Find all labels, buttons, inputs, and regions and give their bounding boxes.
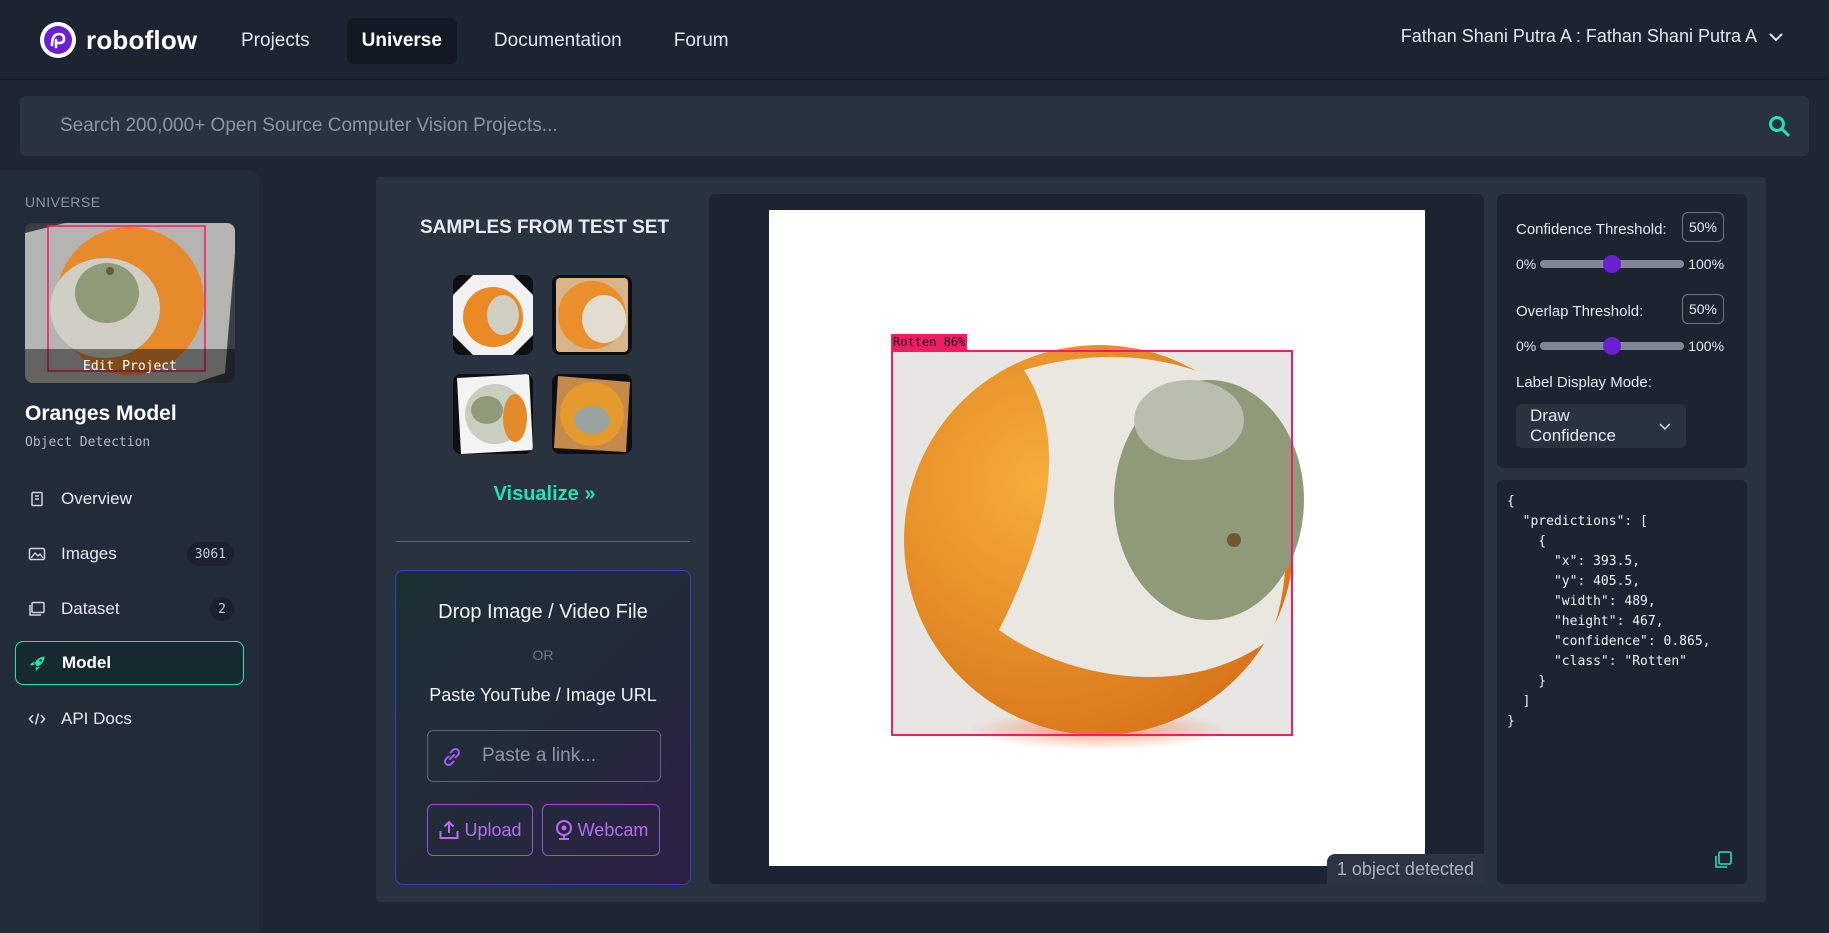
main-nav: Projects Universe Documentation Forum [226,18,756,64]
nav-universe[interactable]: Universe [346,18,457,64]
label-mode-label: Label Display Mode: [1516,374,1652,391]
project-sidebar: UNIVERSE Edit Project Oranges Model Obje… [0,170,259,933]
sidebar-item-model[interactable]: Model [15,641,244,685]
slider-track[interactable] [1540,255,1685,273]
detection-bounding-box [891,350,1293,736]
sidebar-item-images[interactable]: Images 3061 [15,532,244,576]
user-menu[interactable]: Fathan Shani Putra A : Fathan Shani Putr… [1401,26,1785,47]
roboflow-logo-icon [40,22,76,58]
sidebar-item-dataset[interactable]: Dataset 2 [15,587,244,631]
sidebar-item-api-docs[interactable]: API Docs [15,697,244,741]
book-icon [28,490,46,508]
webcam-button[interactable]: Webcam [542,804,660,856]
upload-icon [439,820,459,839]
upload-label: Upload [464,819,522,840]
slider-max-label: 100% [1688,338,1725,354]
images-count-badge: 3061 [186,542,234,566]
nav-documentation[interactable]: Documentation [479,18,637,64]
universe-search [20,96,1809,156]
detection-count: 1 object detected [1326,854,1484,884]
nav-forum[interactable]: Forum [659,18,744,64]
slider-min-label: 0% [1516,256,1537,272]
confidence-slider-handle[interactable] [1603,255,1622,273]
roboflow-logo[interactable]: roboflow [40,22,197,58]
confidence-value[interactable]: 50% [1682,212,1724,242]
sidebar-item-label: API Docs [61,709,132,728]
sample-image[interactable] [552,275,632,355]
link-input[interactable] [482,731,652,781]
sample-image[interactable] [453,275,533,355]
sidebar-item-label: Images [61,544,117,563]
inference-canvas: Rotten 86% 1 object detected [709,194,1484,884]
drop-zone[interactable]: Drop Image / Video File OR Paste YouTube… [395,570,691,885]
slider-min-label: 0% [1516,338,1537,354]
link-field [427,730,661,782]
overlap-label: Overlap Threshold: [1516,303,1644,320]
paste-url-label: Paste YouTube / Image URL [429,685,657,705]
sidebar-section-title: UNIVERSE [25,194,101,210]
confidence-slider[interactable]: 0% 100% [1516,254,1726,274]
drop-title: Drop Image / Video File [438,601,648,623]
edit-project-button[interactable]: Edit Project [25,349,235,383]
overlap-slider[interactable]: 0% 100% [1516,336,1726,356]
top-navbar: roboflow Projects Universe Documentation… [0,0,1829,80]
search-icon[interactable] [1767,114,1791,138]
overlap-slider-handle[interactable] [1603,337,1622,355]
user-name: Fathan Shani Putra A : Fathan Shani Putr… [1400,26,1757,46]
code-icon [28,710,46,728]
model-panel: SAMPLES FROM TEST SET Visualize » Drop I… [376,177,1766,902]
sidebar-item-label: Model [62,653,112,672]
project-name: Oranges Model [25,402,177,425]
link-icon [443,747,461,767]
json-output-panel: { "predictions": [ { "x": 393.5, "y": 40… [1497,480,1747,884]
sample-image[interactable] [453,374,533,454]
slider-track[interactable] [1540,337,1685,355]
brand-name: roboflow [86,24,198,55]
label-mode-value: Draw Confidence [1530,406,1617,445]
inference-image: Rotten 86% [769,210,1425,866]
visualize-link[interactable]: Visualize » [376,483,713,506]
project-thumbnail[interactable]: Edit Project [25,223,235,383]
threshold-controls: Confidence Threshold: 50% 0% 100% Overla… [1497,194,1747,468]
chevron-down-icon [1769,32,1783,41]
sidebar-item-label: Overview [61,489,132,508]
nav-projects[interactable]: Projects [226,18,325,64]
webcam-label: Webcam [577,819,649,840]
divider [396,541,690,542]
dataset-count-badge: 2 [210,597,234,621]
copy-icon[interactable] [1713,850,1733,870]
sidebar-item-overview[interactable]: Overview [15,477,244,521]
overlap-value[interactable]: 50% [1682,294,1724,324]
confidence-label: Confidence Threshold: [1516,221,1667,238]
slider-max-label: 100% [1688,256,1725,272]
dataset-icon [28,600,46,618]
project-type: Object Detection [25,435,151,450]
rocket-icon [29,654,47,672]
sidebar-item-label: Dataset [61,599,120,618]
detection-label: Rotten 86% [891,334,968,350]
samples-title: SAMPLES FROM TEST SET [419,217,670,238]
chevron-down-icon [1659,423,1671,431]
images-icon [28,545,46,563]
sample-image[interactable] [552,374,632,454]
or-separator: OR [532,647,554,663]
json-output: { "predictions": [ { "x": 393.5, "y": 40… [1507,494,1711,729]
label-mode-select[interactable]: Draw Confidence [1516,404,1686,448]
webcam-icon [555,820,572,840]
search-input[interactable] [20,96,1809,156]
upload-button[interactable]: Upload [427,804,533,856]
